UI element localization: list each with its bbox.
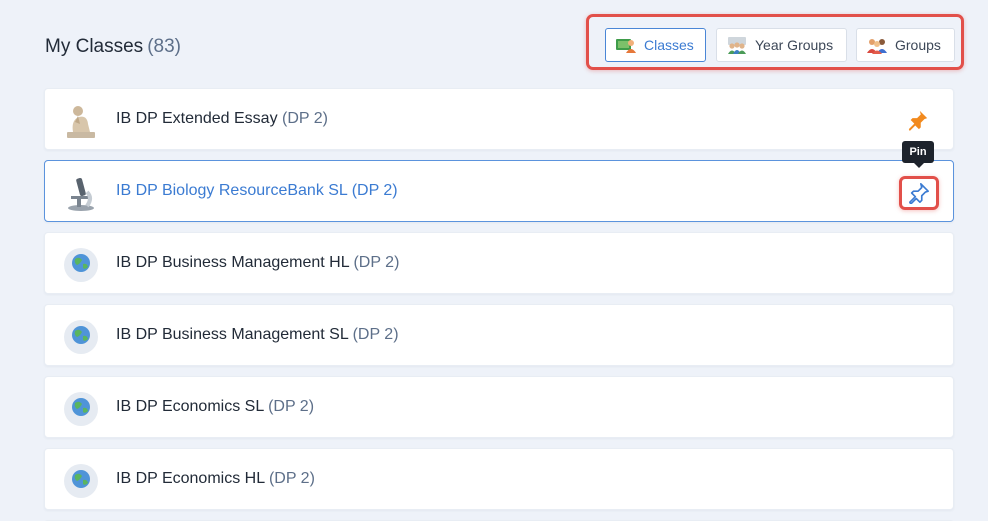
class-row[interactable]: IB DP Economics HL (DP 2) — [44, 448, 954, 510]
year-groups-view-label: Year Groups — [755, 37, 834, 53]
page: My Classes (83) Classes Year Groups Grou… — [0, 0, 988, 521]
microscope-icon — [68, 177, 94, 211]
pinned-icon[interactable] — [907, 109, 929, 131]
pin-tooltip-text: Pin — [909, 146, 927, 158]
class-name: IB DP Biology ResourceBank SL (DP 2) — [116, 182, 398, 199]
pin-tooltip: Pin — [902, 141, 934, 168]
groups-icon — [867, 39, 887, 54]
class-name: IB DP Extended Essay (DP 2) — [116, 110, 328, 127]
class-count: (83) — [147, 36, 181, 57]
class-row[interactable]: IB DP Business Management HL (DP 2) — [44, 232, 954, 294]
class-name: IB DP Business Management HL (DP 2) — [116, 254, 400, 271]
globe-icon — [64, 392, 98, 426]
class-row[interactable]: IB DP Biology ResourceBank SL (DP 2) — [44, 160, 954, 222]
page-title: My Classes (83) — [45, 36, 181, 58]
class-row[interactable]: IB DP Business Management SL (DP 2) — [44, 304, 954, 366]
classes-icon — [616, 39, 636, 53]
class-name: IB DP Economics SL (DP 2) — [116, 398, 315, 415]
groups-view-label: Groups — [895, 37, 941, 53]
class-row[interactable]: IB DP Economics SL (DP 2) — [44, 376, 954, 438]
year-groups-icon — [728, 37, 746, 54]
globe-icon — [64, 248, 98, 282]
year-groups-view-button[interactable]: Year Groups — [716, 28, 847, 62]
pin-icon — [909, 183, 929, 204]
view-switcher: Classes Year Groups Groups — [586, 14, 964, 70]
groups-view-button[interactable]: Groups — [856, 28, 955, 62]
classes-view-button[interactable]: Classes — [605, 28, 706, 62]
class-name: IB DP Economics HL (DP 2) — [116, 470, 315, 487]
globe-icon — [64, 320, 98, 354]
class-row[interactable]: IB DP Extended Essay (DP 2) — [44, 88, 954, 150]
page-title-text: My Classes — [45, 36, 144, 57]
thinker-statue-icon — [67, 106, 95, 138]
globe-icon — [64, 464, 98, 498]
classes-view-label: Classes — [644, 37, 694, 53]
pin-button[interactable] — [899, 176, 939, 210]
class-name: IB DP Business Management SL (DP 2) — [116, 326, 399, 343]
